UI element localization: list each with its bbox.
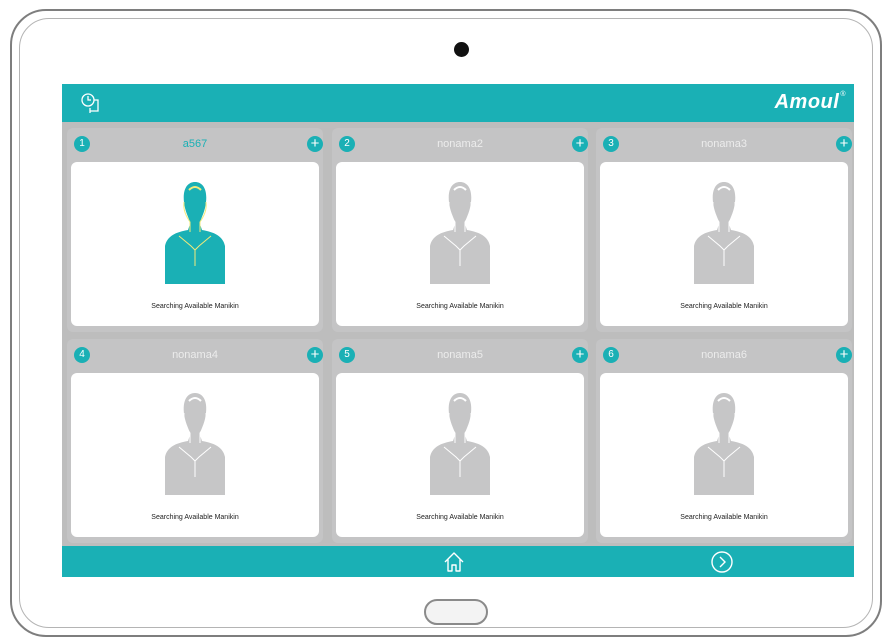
card-number-badge: 4 [74, 347, 90, 363]
plus-circle-icon[interactable]: + [836, 136, 852, 152]
card-number-badge: 6 [603, 347, 619, 363]
card-manikin-name: nonama4 [172, 349, 218, 361]
card-status-text: Searching Available Manikin [680, 514, 768, 521]
card-header: 2 nonama2 + [332, 128, 588, 160]
card-manikin-name: a567 [182, 138, 208, 150]
brand-logo: Amoul® [775, 91, 846, 114]
card-header: 4 nonama4 + [67, 339, 323, 371]
card-body: Searching Available Manikin [600, 373, 848, 537]
plus-circle-icon[interactable]: + [307, 136, 323, 152]
manikin-figure-icon [430, 182, 490, 284]
bottom-bar [62, 546, 854, 577]
plus-circle-icon[interactable]: + [307, 347, 323, 363]
manikin-card-4[interactable]: 4 nonama4 + Searching Available Manikin [67, 339, 323, 543]
card-status-text: Searching Available Manikin [151, 303, 239, 310]
manikin-card-5[interactable]: 5 nonama5 + Searching Available Manikin [332, 339, 588, 543]
manikin-card-3[interactable]: 3 nonama3 + Searching Available Manikin [596, 128, 852, 332]
timer-icon[interactable] [78, 91, 102, 115]
card-body: Searching Available Manikin [336, 373, 584, 537]
card-status-text: Searching Available Manikin [416, 514, 504, 521]
card-number-badge: 2 [339, 136, 355, 152]
manikin-card-1[interactable]: 1 a567 + Searching Available Manikin [67, 128, 323, 332]
card-status-text: Searching Available Manikin [151, 514, 239, 521]
plus-circle-icon[interactable]: + [572, 347, 588, 363]
card-number-badge: 5 [339, 347, 355, 363]
card-body: Searching Available Manikin [336, 162, 584, 326]
card-number-badge: 1 [74, 136, 90, 152]
card-manikin-name: nonama6 [701, 349, 747, 361]
top-bar: Amoul® [62, 84, 854, 122]
home-icon[interactable] [442, 550, 466, 574]
card-status-text: Searching Available Manikin [416, 303, 504, 310]
manikin-figure-icon [694, 393, 754, 495]
card-header: 5 nonama5 + [332, 339, 588, 371]
manikin-figure-icon [165, 182, 225, 284]
plus-circle-icon[interactable]: + [836, 347, 852, 363]
card-manikin-name: nonama2 [437, 138, 483, 150]
card-number-badge: 3 [603, 136, 619, 152]
card-manikin-name: nonama5 [437, 349, 483, 361]
manikin-card-2[interactable]: 2 nonama2 + Searching Available Manikin [332, 128, 588, 332]
manikin-figure-icon [694, 182, 754, 284]
card-header: 1 a567 + [67, 128, 323, 160]
manikin-card-6[interactable]: 6 nonama6 + Searching Available Manikin [596, 339, 852, 543]
brand-name: Amoul [774, 91, 840, 113]
manikin-figure-icon [430, 393, 490, 495]
chevron-right-circle-icon[interactable] [710, 550, 734, 574]
card-header: 3 nonama3 + [596, 128, 852, 160]
card-body: Searching Available Manikin [71, 373, 319, 537]
card-manikin-name: nonama3 [701, 138, 747, 150]
manikin-figure-icon [165, 393, 225, 495]
app-screen: Amoul® 1 a567 + Searching Available Manikin… [62, 84, 854, 577]
card-status-text: Searching Available Manikin [680, 303, 768, 310]
front-camera [454, 42, 469, 57]
hardware-home-button[interactable] [424, 599, 488, 625]
trademark-mark: ® [840, 91, 846, 98]
card-header: 6 nonama6 + [596, 339, 852, 371]
card-body: Searching Available Manikin [600, 162, 848, 326]
plus-circle-icon[interactable]: + [572, 136, 588, 152]
card-body: Searching Available Manikin [71, 162, 319, 326]
